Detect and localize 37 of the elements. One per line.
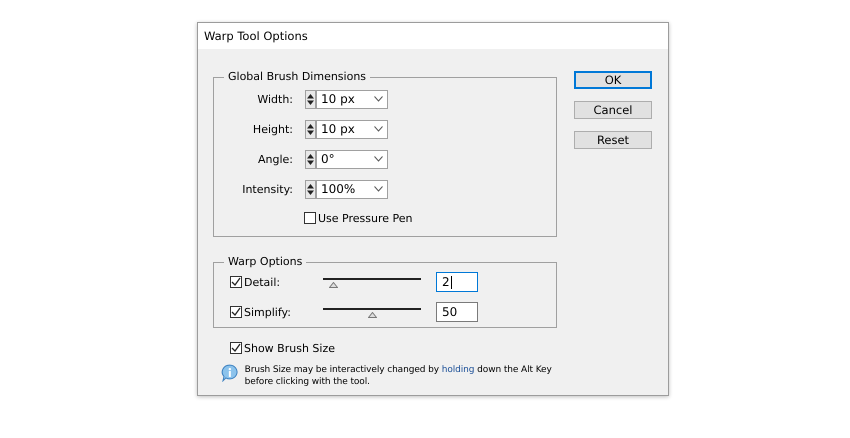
checkbox[interactable] — [230, 276, 242, 288]
field-label: Angle: — [256, 152, 293, 166]
checkbox-label: Use Pressure Pen — [318, 212, 412, 224]
dialog-button[interactable]: Reset — [574, 131, 652, 149]
value-dropdown[interactable]: 10 px — [316, 90, 388, 108]
field-label: Height: — [252, 122, 293, 136]
checkbox-label: Show Brush Size — [244, 342, 335, 354]
spinner-icon[interactable] — [305, 180, 316, 198]
info-icon — [221, 364, 239, 382]
option-label: Simplify: — [244, 306, 292, 318]
number-field[interactable]: 2 — [436, 272, 478, 292]
chevron-icon — [374, 156, 383, 162]
info-link[interactable]: holding — [442, 365, 474, 375]
chevron-icon — [374, 126, 383, 132]
group-title: Warp Options — [224, 255, 306, 268]
info-text: Brush Size may be interactively changed by holding down the Alt Key before clicking with the tool. — [244, 364, 553, 388]
spinner-icon[interactable] — [305, 120, 316, 138]
dialog-button[interactable]: OK — [574, 71, 652, 89]
checkbox[interactable] — [230, 306, 242, 318]
chevron-icon — [374, 96, 383, 102]
slider-thumb[interactable] — [328, 282, 338, 288]
dialog-button[interactable]: Cancel — [574, 101, 652, 119]
window-title: Warp Tool Options — [204, 29, 308, 43]
number-field[interactable]: 50 — [436, 302, 478, 322]
group-title: Global Brush Dimensions — [224, 70, 370, 83]
value-dropdown[interactable]: 100% — [316, 180, 388, 198]
field-label: Width: — [256, 92, 293, 106]
value-dropdown[interactable]: 0° — [316, 150, 388, 168]
checkbox[interactable] — [304, 212, 316, 224]
chevron-icon — [374, 186, 383, 192]
spinner-icon[interactable] — [305, 90, 316, 108]
slider-thumb[interactable] — [368, 312, 377, 318]
value-dropdown[interactable]: 10 px — [316, 120, 388, 138]
spinner-icon[interactable] — [305, 150, 316, 168]
option-label: Detail: — [244, 276, 282, 288]
field-label: Intensity: — [241, 182, 293, 196]
checkbox[interactable] — [230, 342, 242, 354]
